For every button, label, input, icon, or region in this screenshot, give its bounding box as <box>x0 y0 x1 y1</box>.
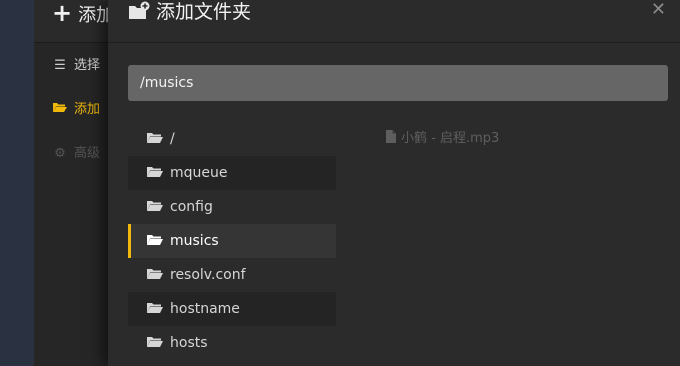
folder-item-hosts[interactable]: hosts <box>128 326 336 360</box>
folder-icon <box>146 327 164 347</box>
folder-item-musics[interactable]: musics <box>128 224 336 258</box>
gear-icon: ⚙ <box>54 146 66 161</box>
folder-icon <box>146 191 164 211</box>
header-divider <box>108 42 680 43</box>
folder-icon <box>146 259 164 279</box>
folder-name: / <box>170 131 175 147</box>
nav-item-label: 高级 <box>74 146 101 161</box>
folder-name: hosts <box>170 335 208 351</box>
folder-item-resolv-conf[interactable]: resolv.conf <box>128 258 336 292</box>
file-item[interactable]: 小鹤 - 启程.mp3 <box>386 128 499 150</box>
folder-item-config[interactable]: config <box>128 190 336 224</box>
file-icon <box>386 129 396 143</box>
dialog-title: 添加文件夹 <box>128 0 251 24</box>
folder-name: config <box>170 199 213 215</box>
nav-item-label: 选择 <box>74 58 101 73</box>
folder-icon <box>146 123 164 143</box>
folder-name: musics <box>170 233 219 249</box>
folder-icon <box>146 293 164 313</box>
folder-name: hostname <box>170 301 240 317</box>
plus-icon: + <box>52 0 73 27</box>
folder-item-root[interactable]: / <box>128 122 336 156</box>
folder-name: resolv.conf <box>170 267 246 283</box>
nav-item-advanced[interactable]: ⚙ 高级 <box>52 144 100 164</box>
folder-icon <box>146 225 164 245</box>
list-icon: ☰ <box>54 58 66 73</box>
folder-name: mqueue <box>170 165 228 181</box>
close-icon[interactable]: ✕ <box>651 0 666 20</box>
folder-icon <box>146 157 164 177</box>
nav-item-select[interactable]: ☰ 选择 <box>52 56 100 76</box>
folder-item-hostname[interactable]: hostname <box>128 292 336 326</box>
path-input[interactable] <box>128 65 668 101</box>
folder-item-mqueue[interactable]: mqueue <box>128 156 336 190</box>
folder-list: / mqueue config musics resolv.conf hostn… <box>128 122 336 360</box>
nav-item-add[interactable]: 添加 <box>52 100 100 120</box>
nav-item-label: 添加 <box>74 102 101 117</box>
add-folder-dialog: 添加文件夹 ✕ / mqueue config musics resolv.co… <box>108 0 680 366</box>
desktop-strip <box>0 0 34 366</box>
folder-open-icon <box>52 100 68 120</box>
file-name: 小鹤 - 启程.mp3 <box>401 131 500 146</box>
folder-plus-icon <box>128 1 150 21</box>
background-title: + 添加 <box>52 0 114 26</box>
file-list: 小鹤 - 启程.mp3 <box>386 128 499 150</box>
dialog-title-text: 添加文件夹 <box>156 1 252 23</box>
